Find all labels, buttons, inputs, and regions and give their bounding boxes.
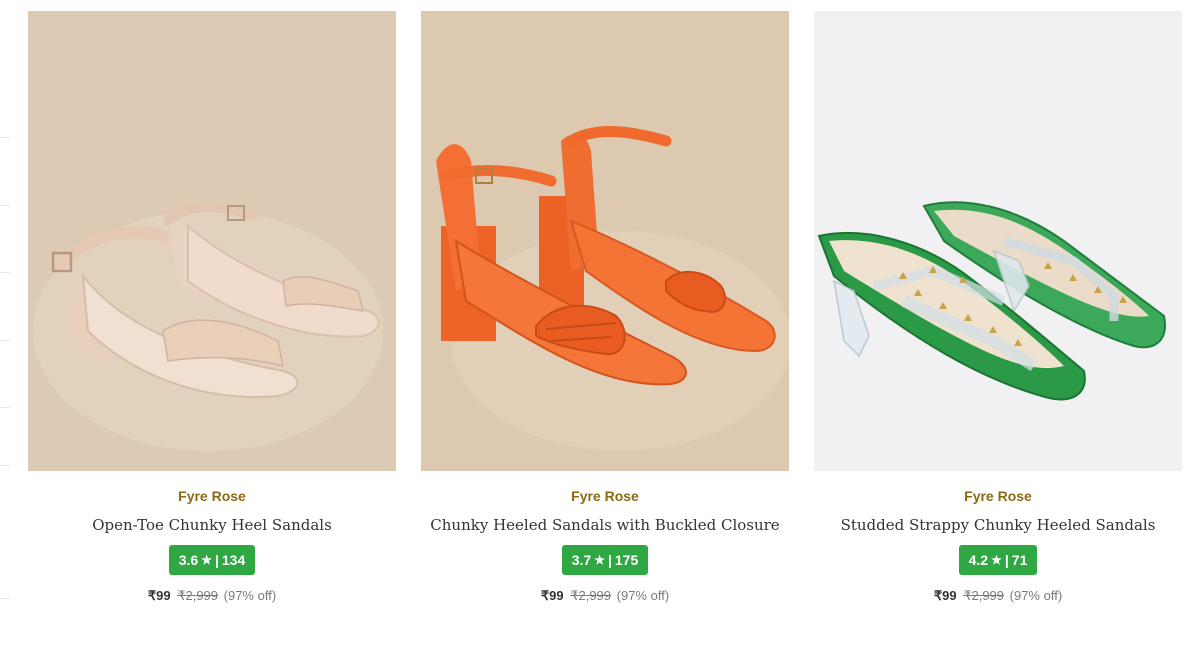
edge-divider — [0, 137, 10, 138]
edge-divider — [0, 205, 10, 206]
price-row: ₹99 ₹2,999 (97% off) — [421, 587, 789, 605]
edge-divider — [0, 407, 10, 408]
sale-price: ₹99 — [540, 588, 564, 603]
sale-price: ₹99 — [933, 588, 957, 603]
original-price: ₹2,999 — [963, 588, 1005, 603]
sandal-image-green — [814, 11, 1182, 471]
discount-percent: (97% off) — [223, 588, 277, 603]
edge-divider — [0, 598, 10, 599]
star-icon: ★ — [991, 553, 1002, 567]
product-image[interactable] — [421, 11, 789, 471]
star-icon: ★ — [201, 553, 212, 567]
rating-separator: | — [1004, 552, 1009, 568]
product-grid: Fyre Rose Open-Toe Chunky Heel Sandals 3… — [28, 11, 1182, 605]
brand-name: Fyre Rose — [571, 488, 639, 504]
review-count: 71 — [1011, 552, 1028, 568]
product-link[interactable]: Fyre Rose Chunky Heeled Sandals with Buc… — [421, 11, 789, 536]
product-card[interactable]: Fyre Rose Studded Strappy Chunky Heeled … — [814, 11, 1182, 605]
product-link[interactable]: Fyre Rose Open-Toe Chunky Heel Sandals — [28, 11, 396, 536]
star-icon: ★ — [594, 553, 605, 567]
brand-name: Fyre Rose — [964, 488, 1032, 504]
rating-badge: 4.2 ★ | 71 — [958, 545, 1038, 575]
sandal-image-orange — [421, 11, 789, 471]
rating-separator: | — [214, 552, 219, 568]
rating-badge: 3.7 ★ | 175 — [561, 545, 649, 575]
original-price: ₹2,999 — [570, 588, 612, 603]
price-row: ₹99 ₹2,999 (97% off) — [814, 587, 1182, 605]
edge-divider — [0, 465, 10, 466]
brand-name: Fyre Rose — [178, 488, 246, 504]
discount-percent: (97% off) — [616, 588, 670, 603]
edge-divider — [0, 272, 10, 273]
product-card[interactable]: Fyre Rose Chunky Heeled Sandals with Buc… — [421, 11, 789, 605]
product-image[interactable] — [814, 11, 1182, 471]
review-count: 134 — [221, 552, 246, 568]
original-price: ₹2,999 — [177, 588, 219, 603]
rating-separator: | — [607, 552, 612, 568]
product-name[interactable]: Studded Strappy Chunky Heeled Sandals — [814, 514, 1182, 536]
rating-value: 4.2 — [968, 552, 989, 568]
discount-percent: (97% off) — [1009, 588, 1063, 603]
rating-badge: 3.6 ★ | 134 — [168, 545, 256, 575]
sale-price: ₹99 — [147, 588, 171, 603]
rating-value: 3.6 — [178, 552, 199, 568]
product-name[interactable]: Open-Toe Chunky Heel Sandals — [28, 514, 396, 536]
product-link[interactable]: Fyre Rose Studded Strappy Chunky Heeled … — [814, 11, 1182, 536]
edge-divider — [0, 340, 10, 341]
sandal-image-nude — [28, 11, 396, 471]
price-row: ₹99 ₹2,999 (97% off) — [28, 587, 396, 605]
review-count: 175 — [614, 552, 639, 568]
product-card[interactable]: Fyre Rose Open-Toe Chunky Heel Sandals 3… — [28, 11, 396, 605]
rating-value: 3.7 — [571, 552, 592, 568]
product-name[interactable]: Chunky Heeled Sandals with Buckled Closu… — [421, 514, 789, 536]
product-image[interactable] — [28, 11, 396, 471]
